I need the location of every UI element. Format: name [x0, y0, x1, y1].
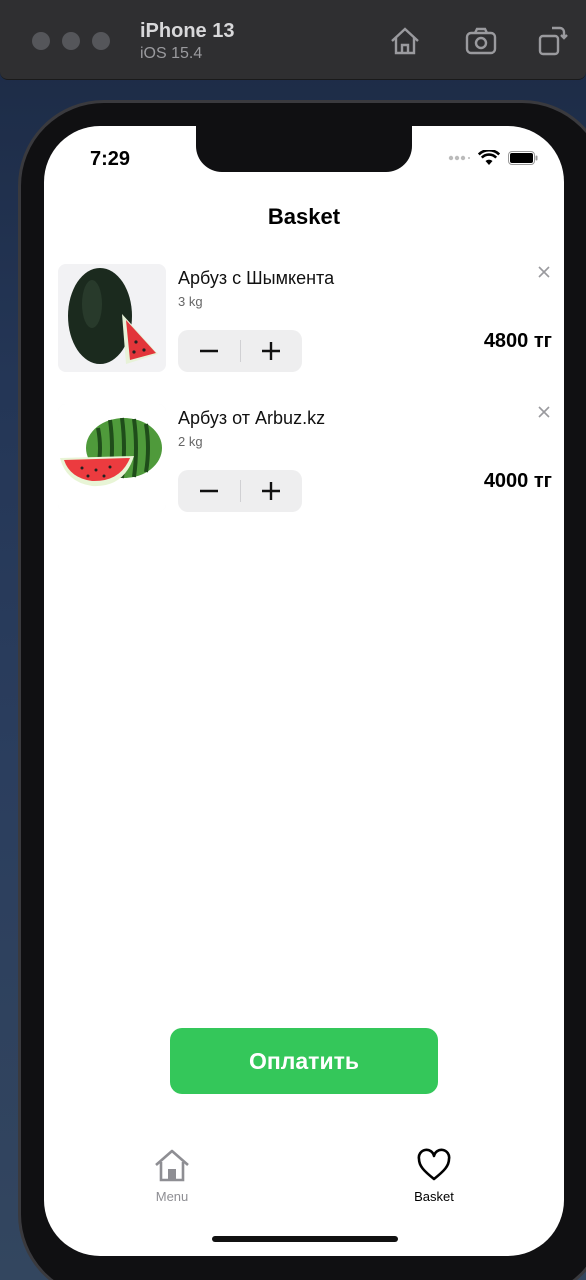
heart-icon: [417, 1148, 451, 1181]
item-price: 4000 тг: [483, 470, 552, 492]
status-time: 7:29: [90, 148, 131, 170]
status-icons: [448, 150, 538, 166]
decrement-button[interactable]: [178, 470, 240, 512]
item-price: 4800 тг: [483, 330, 552, 352]
item-name: Арбуз с Шымкента: [178, 268, 335, 288]
simulator-toolbar: iPhone 13 iOS 15.4: [0, 0, 586, 80]
screenshot-icon[interactable]: [464, 24, 498, 58]
quantity-stepper: [178, 470, 302, 512]
tab-menu[interactable]: Menu: [122, 1148, 222, 1204]
dark-watermelon-image: [58, 264, 166, 372]
simulator-device-name: iPhone 13: [140, 20, 235, 42]
battery-icon: [508, 151, 538, 165]
increment-button[interactable]: [240, 470, 302, 512]
plus-icon: [262, 482, 280, 500]
phone-screen: 7:29 Basket Арбуз с Шымкента 3 kg 4800 т…: [44, 126, 564, 1256]
close-window-button[interactable]: [32, 32, 50, 50]
tab-basket[interactable]: Basket: [384, 1148, 484, 1204]
item-name: Арбуз от Arbuz.kz: [178, 408, 326, 428]
zoom-window-button[interactable]: [92, 32, 110, 50]
page-title: Basket: [267, 204, 341, 229]
minus-icon: [200, 489, 218, 493]
signal-icon: [448, 155, 470, 161]
striped-watermelon-image: [58, 404, 166, 512]
item-weight: 3 kg: [178, 294, 203, 309]
simulator-os-version: iOS 15.4: [140, 45, 203, 62]
remove-item-icon[interactable]: [536, 404, 552, 420]
basket-item: Арбуз с Шымкента 3 kg 4800 тг: [58, 264, 554, 374]
rotate-icon[interactable]: [534, 24, 568, 58]
plus-icon: [262, 342, 280, 360]
pay-button[interactable]: Оплатить: [170, 1028, 438, 1094]
minus-icon: [200, 349, 218, 353]
quantity-stepper: [178, 330, 302, 372]
decrement-button[interactable]: [178, 330, 240, 372]
home-indicator: [212, 1236, 398, 1242]
tab-basket-label: Basket: [414, 1189, 454, 1204]
increment-button[interactable]: [240, 330, 302, 372]
wifi-icon: [478, 150, 500, 165]
home-icon[interactable]: [388, 24, 422, 58]
minimize-window-button[interactable]: [62, 32, 80, 50]
home-icon: [155, 1149, 189, 1182]
tab-menu-label: Menu: [155, 1189, 189, 1204]
basket-item: Арбуз от Arbuz.kz 2 kg 4000 тг: [58, 404, 554, 514]
item-weight: 2 kg: [178, 434, 203, 449]
notch: [196, 126, 412, 172]
remove-item-icon[interactable]: [536, 264, 552, 280]
